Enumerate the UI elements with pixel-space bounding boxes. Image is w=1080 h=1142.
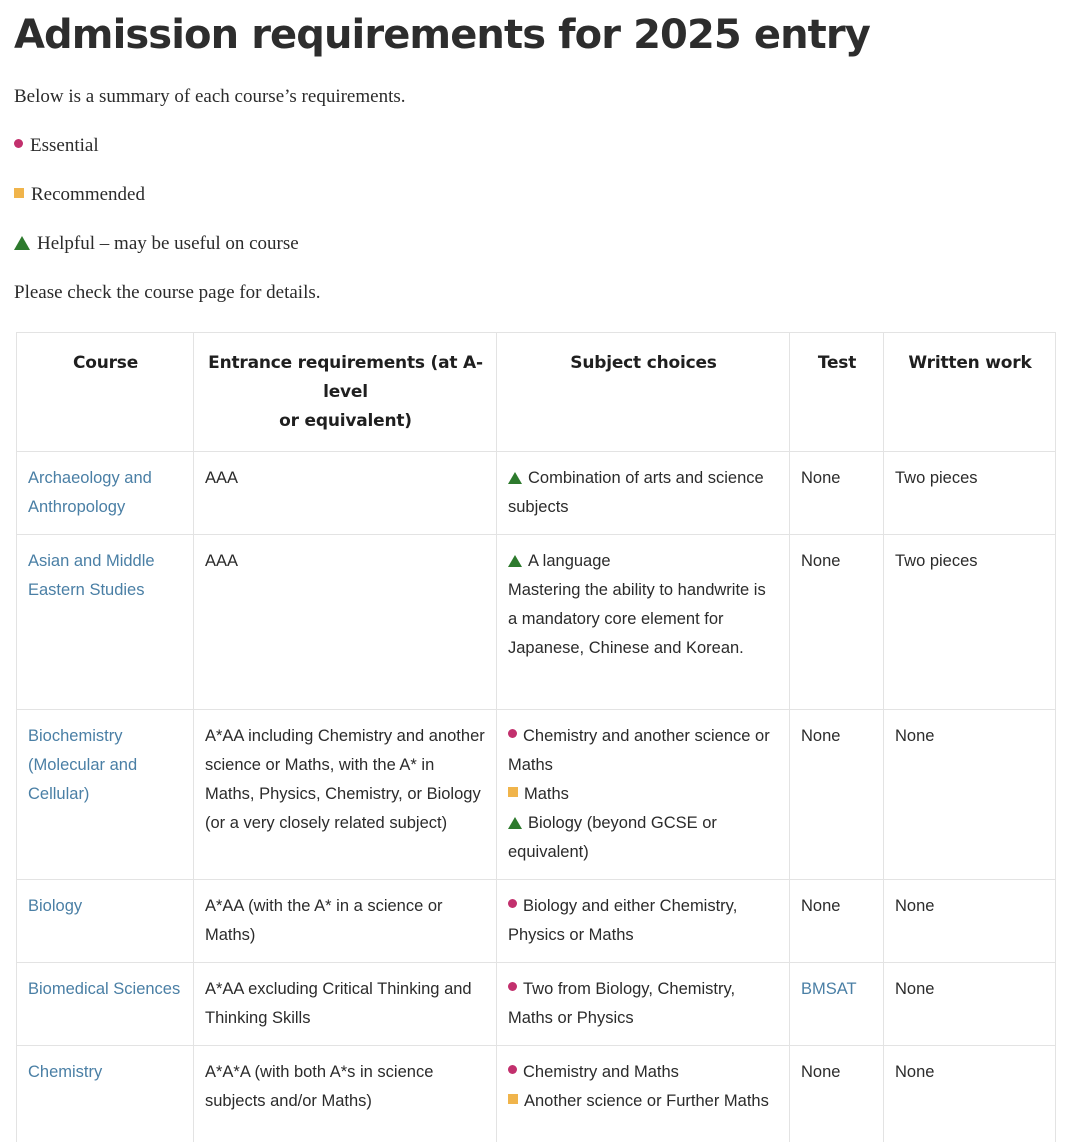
course-link-biology[interactable]: Biology (28, 897, 82, 915)
cell-subject-choices: A language Mastering the ability to hand… (497, 535, 790, 710)
course-link-biochemistry-molecular-and-cellular[interactable]: Biochemistry (Molecular and Cellular) (28, 727, 137, 803)
column-header-entrance-line2: or equivalent) (279, 411, 412, 431)
cell-test: None (790, 1046, 884, 1142)
cell-subject-choices: Biology and either Chemistry, Physics or… (497, 880, 790, 963)
column-header-written-work: Written work (884, 333, 1056, 452)
cell-entrance: A*A*A (with both A*s in science subjects… (194, 1046, 497, 1142)
page-title: Admission requirements for 2025 entry (0, 0, 1080, 64)
subject-choice-text: Chemistry and another science or Maths (508, 727, 770, 774)
table-body: Archaeology and Anthropology AAA Combina… (17, 452, 1056, 1142)
subject-choice: Another science or Further Maths (508, 1087, 779, 1116)
essential-dot-icon (508, 982, 517, 991)
table-row: Chemistry A*A*A (with both A*s in scienc… (17, 1046, 1056, 1142)
cell-test: None (790, 535, 884, 710)
course-link-biomedical-sciences[interactable]: Biomedical Sciences (28, 980, 180, 998)
table-row: Biochemistry (Molecular and Cellular) A*… (17, 710, 1056, 880)
helpful-triangle-icon (14, 236, 30, 250)
closing-text: Please check the course page for details… (0, 280, 1080, 306)
subject-choice-text: Another science or Further Maths (524, 1092, 769, 1110)
cell-entrance: A*AA including Chemistry and another sci… (194, 710, 497, 880)
legend-item-helpful: Helpful – may be useful on course (0, 231, 1080, 257)
cell-subject-choices: Combination of arts and science subjects (497, 452, 790, 535)
subject-choice: Maths (508, 780, 779, 809)
column-header-entrance-requirements: Entrance requirements (at A-level or equ… (194, 333, 497, 452)
recommended-square-icon (508, 1094, 518, 1104)
column-header-course: Course (17, 333, 194, 452)
column-header-entrance-line1: Entrance requirements (at A-level (208, 353, 483, 402)
cell-subject-choices: Chemistry and another science or Maths M… (497, 710, 790, 880)
column-header-test: Test (790, 333, 884, 452)
legend-item-essential: Essential (0, 133, 1080, 159)
cell-course: Archaeology and Anthropology (17, 452, 194, 535)
requirements-table: Course Entrance requirements (at A-level… (16, 332, 1056, 1142)
cell-written-work: Two pieces (884, 535, 1056, 710)
subject-choice: Two from Biology, Chemistry, Maths or Ph… (508, 975, 779, 1033)
table-row: Biology A*AA (with the A* in a science o… (17, 880, 1056, 963)
cell-course: Biochemistry (Molecular and Cellular) (17, 710, 194, 880)
subject-choice: Biology and either Chemistry, Physics or… (508, 892, 779, 950)
legend-label-helpful: Helpful – may be useful on course (37, 231, 299, 257)
subject-choice-text: Chemistry and Maths (523, 1063, 679, 1081)
recommended-square-icon (14, 188, 24, 198)
cell-test: None (790, 710, 884, 880)
cell-written-work: Two pieces (884, 452, 1056, 535)
cell-entrance: AAA (194, 535, 497, 710)
subject-choice: A language (508, 547, 779, 576)
subject-choice-note: Mastering the ability to handwrite is a … (508, 576, 779, 663)
subject-choice-text: Combination of arts and science subjects (508, 469, 764, 516)
column-header-subject-choices: Subject choices (497, 333, 790, 452)
cell-written-work: None (884, 963, 1056, 1046)
subject-choice-text: Maths (524, 785, 569, 803)
subject-choice: Chemistry and Maths (508, 1058, 779, 1087)
cell-written-work: None (884, 880, 1056, 963)
admission-requirements-page: Admission requirements for 2025 entry Be… (0, 0, 1080, 1142)
cell-course: Chemistry (17, 1046, 194, 1142)
helpful-triangle-icon (508, 817, 522, 829)
intro-and-legend: Below is a summary of each course’s requ… (0, 84, 1080, 306)
essential-dot-icon (508, 729, 517, 738)
cell-subject-choices: Chemistry and Maths Another science or F… (497, 1046, 790, 1142)
cell-course: Biomedical Sciences (17, 963, 194, 1046)
table-header-row: Course Entrance requirements (at A-level… (17, 333, 1056, 452)
table-head: Course Entrance requirements (at A-level… (17, 333, 1056, 452)
cell-course: Asian and Middle Eastern Studies (17, 535, 194, 710)
subject-choice: Biology (beyond GCSE or equivalent) (508, 809, 779, 867)
cell-entrance: A*AA excluding Critical Thinking and Thi… (194, 963, 497, 1046)
cell-test: BMSAT (790, 963, 884, 1046)
table-row: Asian and Middle Eastern Studies AAA A l… (17, 535, 1056, 710)
test-link-bmsat[interactable]: BMSAT (801, 980, 857, 998)
cell-entrance: AAA (194, 452, 497, 535)
helpful-triangle-icon (508, 472, 522, 484)
cell-written-work: None (884, 1046, 1056, 1142)
subject-choice: Chemistry and another science or Maths (508, 722, 779, 780)
cell-entrance: A*AA (with the A* in a science or Maths) (194, 880, 497, 963)
legend-label-essential: Essential (30, 133, 99, 159)
cell-course: Biology (17, 880, 194, 963)
subject-choice-text: A language (528, 552, 611, 570)
course-link-archaeology-and-anthropology[interactable]: Archaeology and Anthropology (28, 469, 152, 516)
cell-subject-choices: Two from Biology, Chemistry, Maths or Ph… (497, 963, 790, 1046)
table-row: Biomedical Sciences A*AA excluding Criti… (17, 963, 1056, 1046)
helpful-triangle-icon (508, 555, 522, 567)
subject-choice-text: Two from Biology, Chemistry, Maths or Ph… (508, 980, 735, 1027)
subject-choice: Combination of arts and science subjects (508, 464, 779, 522)
course-link-chemistry[interactable]: Chemistry (28, 1063, 102, 1081)
course-link-asian-and-middle-eastern-studies[interactable]: Asian and Middle Eastern Studies (28, 552, 155, 599)
cell-test: None (790, 880, 884, 963)
legend-item-recommended: Recommended (0, 182, 1080, 208)
requirements-table-wrapper: Course Entrance requirements (at A-level… (16, 332, 1056, 1142)
legend-label-recommended: Recommended (31, 182, 145, 208)
essential-dot-icon (14, 139, 23, 148)
cell-written-work: None (884, 710, 1056, 880)
recommended-square-icon (508, 787, 518, 797)
essential-dot-icon (508, 899, 517, 908)
subject-choice-text: Biology (beyond GCSE or equivalent) (508, 814, 717, 861)
essential-dot-icon (508, 1065, 517, 1074)
table-row: Archaeology and Anthropology AAA Combina… (17, 452, 1056, 535)
subject-choice-text: Biology and either Chemistry, Physics or… (508, 897, 737, 944)
cell-test: None (790, 452, 884, 535)
intro-text: Below is a summary of each course’s requ… (0, 84, 1080, 110)
